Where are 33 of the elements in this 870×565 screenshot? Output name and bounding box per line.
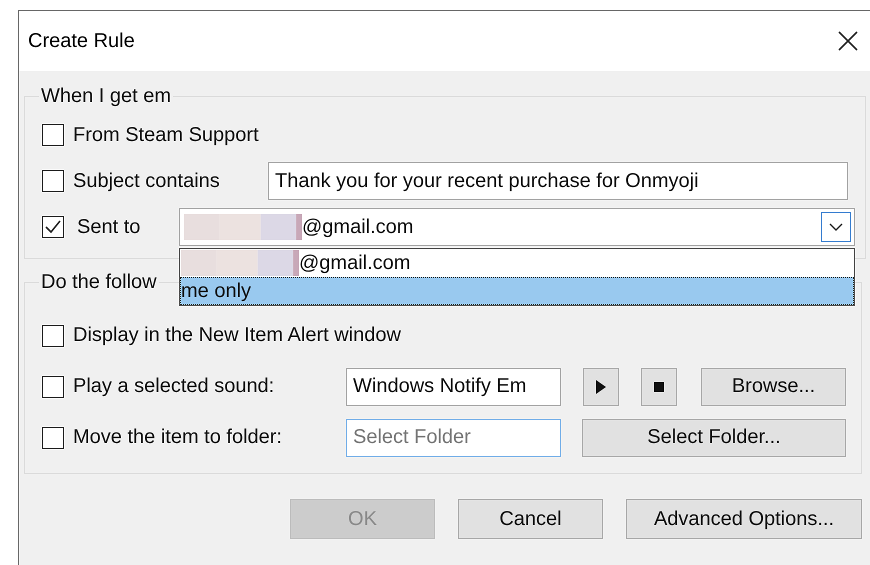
recipient-dropdown[interactable]: @gmail.com — [179, 208, 855, 246]
sound-field[interactable]: Windows Notify Em — [346, 368, 561, 406]
stop-button[interactable] — [641, 368, 677, 406]
group-label: When I get em — [40, 85, 172, 108]
dropdown-option[interactable]: me only — [180, 277, 854, 305]
folder-field[interactable]: Select Folder — [346, 418, 561, 456]
group-label: Do the follow — [40, 271, 158, 294]
close-icon[interactable] — [838, 31, 858, 51]
dialog-button[interactable]: Cancel — [458, 499, 603, 539]
dialog-button[interactable]: Advanced Options... — [626, 499, 862, 539]
checkbox[interactable] — [42, 376, 64, 398]
checkbox[interactable] — [42, 426, 64, 448]
option-label: Display in the New Item Alert window — [73, 324, 401, 347]
play-icon — [596, 380, 606, 394]
option-label: Play a selected sound: — [73, 375, 276, 398]
play-button[interactable] — [583, 368, 619, 406]
option-label: From Steam Support — [73, 124, 259, 146]
checkbox[interactable] — [42, 324, 64, 346]
stop-icon — [654, 382, 664, 392]
recipient-value: @gmail.com — [302, 216, 414, 238]
chevron-down-icon — [829, 222, 843, 232]
dropdown-button[interactable] — [821, 212, 851, 242]
select-folder-button[interactable]: Select Folder... — [582, 418, 846, 456]
subject-field[interactable]: Thank you for your recent purchase for Onmyoji — [268, 162, 848, 200]
browse-button[interactable]: Browse... — [701, 368, 846, 406]
option-label: Subject contains — [73, 170, 221, 192]
dropdown-option[interactable]: @gmail.com — [180, 249, 854, 277]
checkbox[interactable] — [42, 170, 64, 192]
checkbox[interactable] — [42, 124, 64, 146]
window-title: Create Rule — [28, 30, 135, 52]
option-label: Move the item to folder: — [73, 426, 283, 449]
checkbox[interactable] — [42, 216, 64, 238]
option-label: Sent to — [76, 216, 142, 238]
